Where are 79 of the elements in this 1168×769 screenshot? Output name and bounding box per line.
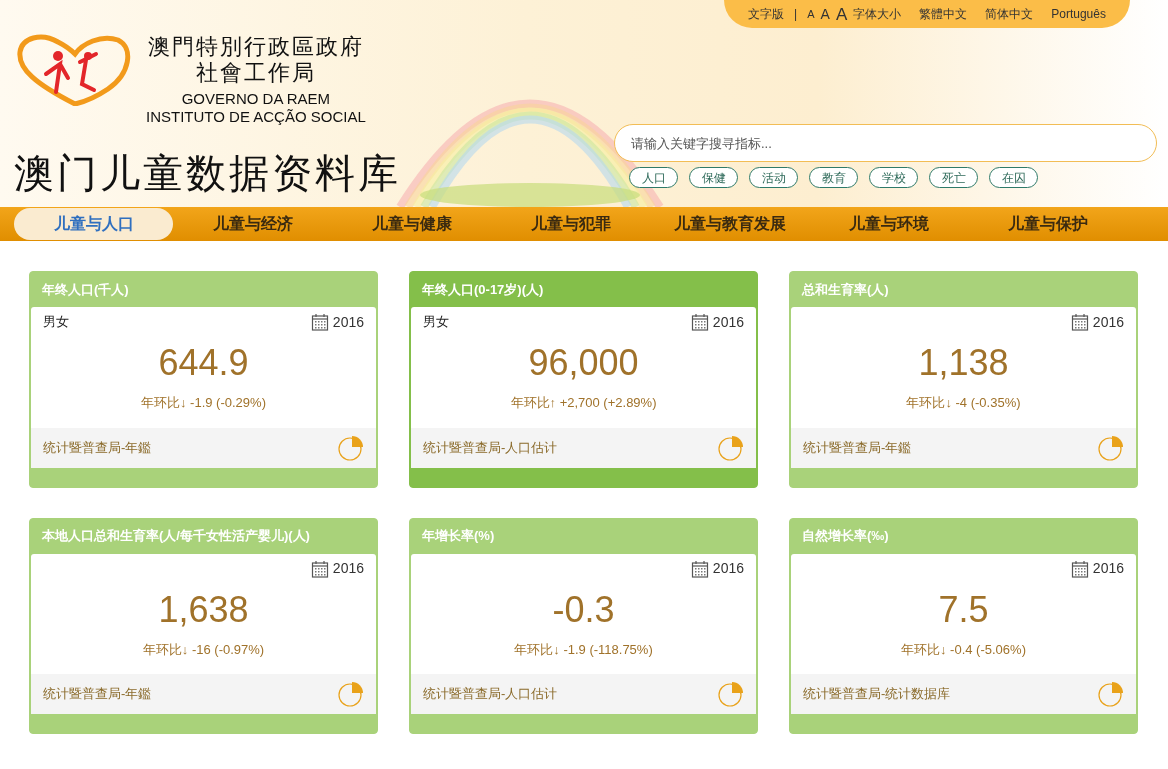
category-tab[interactable]: 儿童与健康 — [332, 208, 491, 240]
top-link[interactable]: 字体大小 — [853, 5, 902, 23]
calendar-icon — [1070, 559, 1089, 578]
year-text: 2016 — [332, 559, 364, 578]
year-change-text: 年环比↓ -1.9 (-118.75%) — [513, 640, 654, 659]
indicator-card[interactable]: 自然增长率(‰) 2016 7.5 年环比↓ -0.4 (-5.06%) 统计暨普查局-统计数据库 — [789, 517, 1138, 734]
pie-chart-icon[interactable] — [718, 434, 744, 461]
source-link[interactable]: 统计暨普查局-统计数据库 — [803, 684, 951, 704]
year-change-text: 年环比↑ +2,700 (+2.89%) — [509, 394, 658, 412]
tag-button[interactable]: 死亡 — [929, 167, 978, 188]
card-title: 年终人口(千人) — [41, 280, 130, 299]
card-title: 总和生育率(人) — [800, 280, 890, 299]
source-link[interactable]: 统计暨普查局-年鑑 — [43, 437, 152, 458]
source-link[interactable]: 统计暨普查局-年鑑 — [803, 437, 912, 458]
card-subtitle: 男女 — [423, 313, 449, 332]
font-size-link[interactable]: A — [835, 5, 848, 23]
site-title: 澳门儿童数据资料库 — [14, 150, 401, 197]
indicator-value: 644.9 — [157, 341, 250, 385]
year-change-text: 年环比↓ -1.9 (-0.29%) — [140, 394, 267, 412]
category-tab[interactable]: 儿童与经济 — [173, 208, 332, 240]
org-name: 澳門特別行政區政府 — [147, 34, 364, 60]
card-title: 年增长率(%) — [421, 527, 496, 546]
indicator-card[interactable]: 年终人口(千人) 男女 2016 644.9 年环比↓ -1.9 (-0.29%) 统计暨普查局-年鑑 — [29, 271, 378, 488]
org-name-portuguese: GOVERNO DA RAEM — [181, 90, 331, 108]
calendar-icon — [1070, 313, 1089, 331]
indicator-value: 1,638 — [157, 587, 250, 632]
year-change-text: 年环比↓ -0.4 (-5.06%) — [900, 640, 1027, 659]
category-tab[interactable]: 儿童与保护 — [968, 208, 1127, 240]
pie-chart-icon[interactable] — [338, 434, 364, 461]
indicator-value: 1,138 — [917, 341, 1010, 385]
year-text: 2016 — [332, 312, 364, 332]
source-link[interactable]: 统计暨普查局-年鑑 — [43, 684, 152, 704]
font-size-link[interactable]: A — [807, 5, 815, 23]
pie-chart-icon[interactable] — [718, 681, 744, 707]
calendar-icon — [690, 559, 709, 578]
category-tab[interactable]: 儿童与犯罪 — [491, 208, 650, 240]
language-link[interactable]: 繁體中文 — [919, 5, 968, 23]
tag-button[interactable]: 在囚 — [989, 167, 1038, 188]
language-link[interactable]: 简体中文 — [985, 5, 1034, 23]
tag-button[interactable]: 学校 — [869, 167, 918, 188]
year-change-text: 年环比↓ -4 (-0.35%) — [905, 394, 1022, 412]
org-name: 社會工作局 — [195, 60, 316, 86]
indicator-card[interactable]: 总和生育率(人) 2016 1,138 年环比↓ -4 (-0.35%) 统计暨普查局-年鑑 — [789, 271, 1138, 488]
card-title: 自然增长率(‰) — [801, 527, 890, 546]
tag-button[interactable]: 教育 — [809, 167, 858, 188]
year-text: 2016 — [712, 312, 744, 332]
indicator-card[interactable]: 本地人口总和生育率(人/每千女性活产婴儿)(人) 2016 1,638 年环比↓ -16 (-0.97%) 统计暨普查局-年鑑 — [29, 517, 378, 734]
tag-button[interactable]: 活动 — [749, 167, 798, 188]
indicator-value: -0.3 — [551, 587, 616, 632]
indicator-value: 96,000 — [527, 341, 640, 385]
year-text: 2016 — [1092, 312, 1124, 332]
card-title: 年终人口(0-17岁)(人) — [421, 280, 545, 299]
category-tab[interactable]: 儿童与人口 — [14, 208, 173, 240]
top-link[interactable]: 文字版 — [748, 5, 785, 23]
year-text: 2016 — [712, 559, 744, 578]
search-field[interactable]: 请输入关键字搜寻指标... — [614, 124, 1157, 162]
indicator-value: 7.5 — [937, 587, 990, 632]
org-name-portuguese: INSTITUTO DE ACÇÃO SOCIAL — [146, 108, 366, 126]
category-tab[interactable]: 儿童与环境 — [809, 208, 968, 240]
font-size-link[interactable]: A — [820, 3, 830, 25]
calendar-icon — [690, 313, 709, 331]
indicator-card[interactable]: 年增长率(%) 2016 -0.3 年环比↓ -1.9 (-118.75%) 统计暨普查局-人口估计 — [409, 517, 758, 734]
year-text: 2016 — [1092, 559, 1124, 578]
card-title: 本地人口总和生育率(人/每千女性活产婴儿)(人) — [41, 527, 311, 546]
language-link[interactable]: Português — [1051, 5, 1106, 23]
calendar-icon — [310, 559, 329, 578]
indicator-card[interactable]: 年终人口(0-17岁)(人) 男女 2016 96,000 年环比↑ +2,700 (+2.89%) 统计暨普查局-人口估计 — [409, 271, 758, 488]
tag-button[interactable]: 保健 — [689, 167, 738, 188]
source-link[interactable]: 统计暨普查局-人口估计 — [423, 437, 558, 458]
card-subtitle: 男女 — [43, 313, 69, 332]
pie-chart-icon[interactable] — [1098, 681, 1124, 707]
tag-button[interactable]: 人口 — [629, 167, 678, 188]
separator-text: | — [794, 6, 798, 23]
calendar-icon — [310, 313, 329, 331]
pie-chart-icon[interactable] — [1098, 434, 1124, 461]
category-tab[interactable]: 儿童与教育发展 — [650, 208, 809, 240]
source-link[interactable]: 统计暨普查局-人口估计 — [423, 684, 558, 704]
pie-chart-icon[interactable] — [338, 681, 364, 707]
year-change-text: 年环比↓ -16 (-0.97%) — [141, 640, 266, 659]
